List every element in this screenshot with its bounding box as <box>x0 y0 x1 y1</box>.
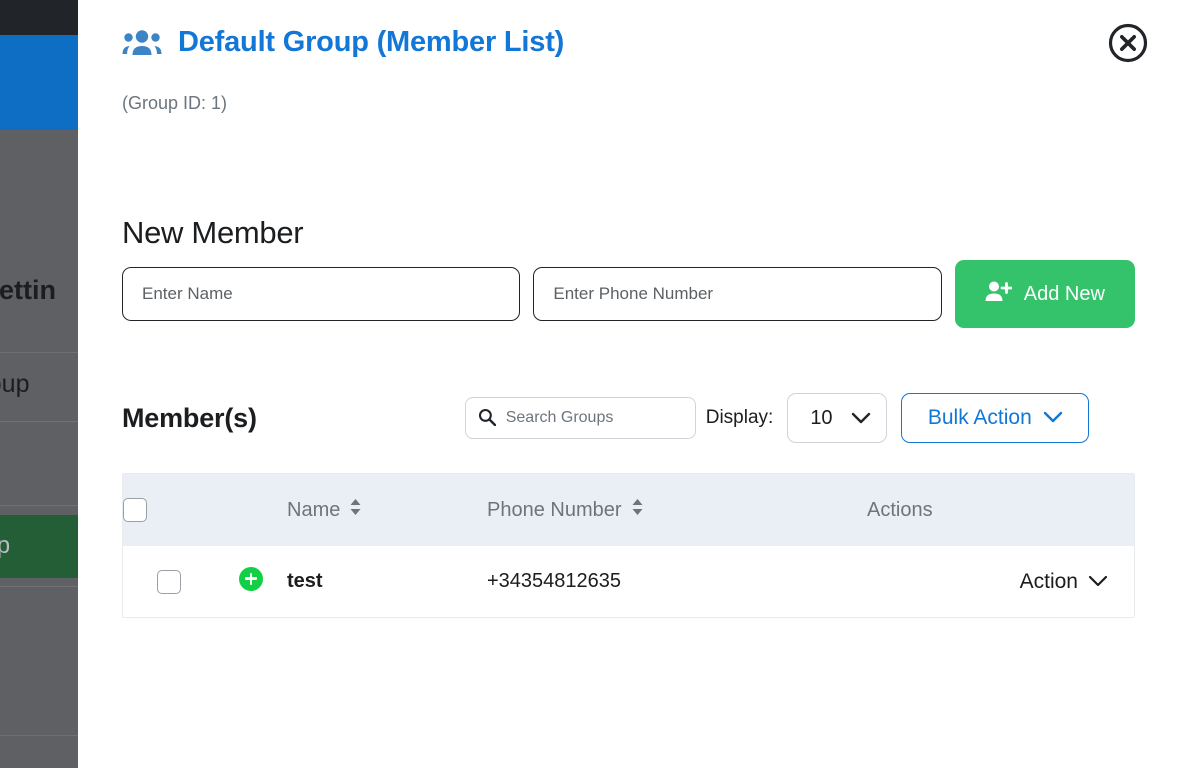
chevron-down-icon <box>1088 570 1108 594</box>
row-action-cell: Action <box>867 546 1134 617</box>
bulk-action-label: Bulk Action <box>927 406 1032 429</box>
modal-title-row: Default Group (Member List) <box>122 26 564 59</box>
chevron-down-icon <box>1043 406 1063 430</box>
new-member-heading: New Member <box>122 215 304 250</box>
user-plus-icon <box>985 280 1013 309</box>
new-member-form: Add New <box>122 260 1135 328</box>
backdrop-green-button: oup <box>0 515 78 578</box>
group-id-label: (Group ID: 1) <box>122 93 228 113</box>
backdrop-divider <box>0 586 78 587</box>
display-label: Display: <box>705 407 774 428</box>
add-new-button-label: Add New <box>1023 282 1105 305</box>
row-action-label: Action <box>1019 569 1078 593</box>
search-box <box>464 397 696 439</box>
backdrop-divider <box>0 735 78 736</box>
name-input[interactable] <box>122 267 521 321</box>
add-plus-icon[interactable] <box>239 566 263 591</box>
row-phone: +34354812635 <box>487 570 622 592</box>
members-table: Name Phone Number Actions test +34354812… <box>122 473 1135 618</box>
phone-column-label: Phone Number <box>487 498 622 521</box>
page-backdrop-overlay: er Settin Group oup <box>0 0 78 768</box>
actions-column-label: Actions <box>867 498 933 521</box>
row-name: test <box>287 570 323 592</box>
phone-column-header[interactable]: Phone Number <box>487 474 867 546</box>
backdrop-divider <box>0 505 78 506</box>
backdrop-group-text: Group <box>0 370 30 398</box>
backdrop-blue-header <box>0 35 78 130</box>
display-count-select-wrap: 10 <box>787 393 888 443</box>
name-column-label: Name <box>287 498 341 521</box>
select-all-checkbox[interactable] <box>123 498 147 522</box>
members-heading: Member(s) <box>122 402 257 433</box>
backdrop-green-button-label: oup <box>0 532 11 559</box>
table-header-row: Name Phone Number Actions <box>123 474 1134 546</box>
actions-column-header: Actions <box>867 474 1134 546</box>
add-new-button[interactable]: Add New <box>954 260 1135 328</box>
member-list-modal: Default Group (Member List) (Group ID: 1… <box>78 0 1177 768</box>
modal-header: Default Group (Member List) (Group ID: 1… <box>78 0 1177 130</box>
sort-arrows-icon[interactable] <box>631 498 644 522</box>
backdrop-top-bar <box>0 0 78 35</box>
backdrop-divider <box>0 352 78 353</box>
close-icon[interactable] <box>1107 22 1149 64</box>
bulk-action-button[interactable]: Bulk Action <box>901 393 1090 443</box>
phone-input[interactable] <box>533 267 942 321</box>
page-title: Default Group (Member List) <box>178 26 565 58</box>
backdrop-divider <box>0 421 78 422</box>
sort-arrows-icon[interactable] <box>349 498 362 522</box>
row-action-dropdown[interactable]: Action <box>1020 570 1108 594</box>
name-column-header[interactable]: Name <box>287 474 487 546</box>
users-group-icon <box>122 28 162 58</box>
select-all-header <box>123 474 215 546</box>
new-member-section: New Member Add New <box>122 215 1135 328</box>
row-status-cell <box>215 546 287 617</box>
row-checkbox[interactable] <box>157 569 181 594</box>
status-column-header <box>215 474 287 546</box>
row-select-cell <box>123 546 215 617</box>
display-count-select[interactable]: 10 <box>787 393 888 443</box>
search-input[interactable] <box>464 397 696 439</box>
table-row: test +34354812635 Action <box>123 546 1134 617</box>
members-toolbar: Member(s) Display: 10 <box>122 392 1135 444</box>
members-section: Member(s) Display: 10 <box>122 392 1135 444</box>
backdrop-settings-text: er Settin <box>0 275 57 305</box>
